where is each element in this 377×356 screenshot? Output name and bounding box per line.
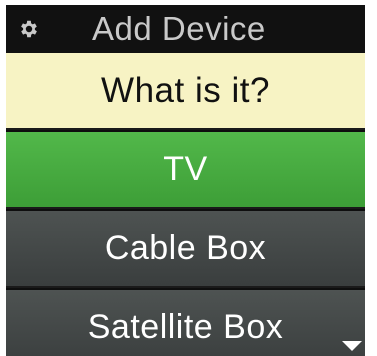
scroll-down-arrow-icon[interactable] — [341, 339, 363, 353]
option-label: Cable Box — [104, 229, 267, 267]
option-tv[interactable]: TV — [6, 130, 365, 207]
option-label: Satellite Box — [87, 308, 284, 346]
header-bar: Add Device — [6, 5, 365, 53]
prompt-banner: What is it? — [6, 53, 365, 128]
prompt-text: What is it? — [101, 70, 270, 110]
gear-icon[interactable] — [18, 18, 40, 40]
option-satellite-box[interactable]: Satellite Box — [6, 288, 365, 356]
option-cable-box[interactable]: Cable Box — [6, 209, 365, 286]
device-screen: Add Device What is it? TV Cable Box Sate… — [6, 5, 365, 356]
option-label: TV — [163, 150, 208, 188]
page-title: Add Device — [92, 10, 266, 47]
